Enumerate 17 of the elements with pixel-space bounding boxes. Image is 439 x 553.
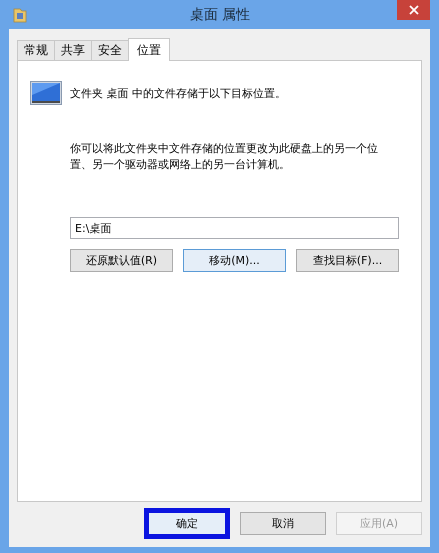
location-button[interactable]: 移动(M)... — [183, 249, 286, 272]
dialog-button[interactable]: 取消 — [240, 512, 326, 535]
tab[interactable]: 常规 — [17, 40, 55, 60]
desktop-icon — [30, 81, 62, 105]
description-text: 你可以将此文件夹中文件存储的位置更改为此硬盘上的另一个位置、另一个驱动器或网络上的另一台计算机。 — [70, 141, 379, 173]
window-title: 桌面 属性 — [188, 6, 252, 24]
close-icon — [408, 5, 418, 15]
location-heading: 文件夹 桌面 中的文件存储于以下目标位置。 — [70, 86, 286, 100]
tab[interactable]: 位置 — [128, 38, 170, 61]
tab[interactable]: 共享 — [54, 40, 92, 60]
location-button[interactable]: 查找目标(F)... — [296, 249, 399, 272]
dialog-button[interactable]: 确定 — [144, 508, 230, 539]
path-field[interactable]: E:\桌面 — [70, 217, 399, 239]
tab[interactable]: 安全 — [91, 40, 129, 60]
location-button[interactable]: 还原默认值(R) — [70, 249, 173, 272]
close-button[interactable] — [397, 0, 430, 20]
folder-icon — [13, 6, 27, 22]
